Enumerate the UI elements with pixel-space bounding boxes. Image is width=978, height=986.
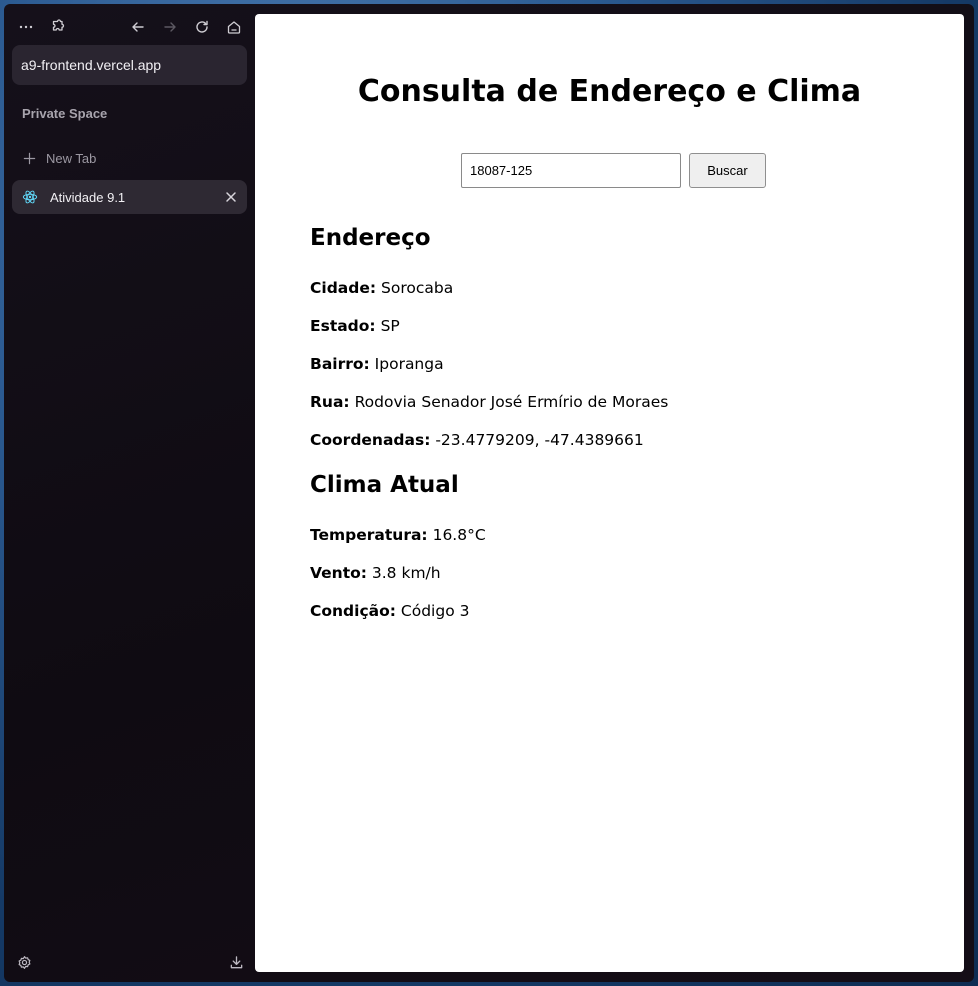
- browser-window: a9-frontend.vercel.app Private Space New…: [4, 4, 974, 982]
- home-icon[interactable]: [222, 14, 246, 40]
- address-field-street: Rua: Rodovia Senador José Ermírio de Mor…: [310, 391, 668, 413]
- new-tab-button[interactable]: New Tab: [22, 147, 96, 169]
- forward-arrow-icon[interactable]: [158, 14, 182, 40]
- field-label: Temperatura:: [310, 526, 428, 544]
- page-content: Consulta de Endereço e Clima Buscar Ende…: [255, 14, 964, 972]
- weather-field-temperature: Temperatura: 16.8°C: [310, 524, 486, 546]
- plus-icon: [22, 151, 36, 165]
- sidebar-toolbar: [4, 14, 255, 42]
- settings-icon[interactable]: [13, 951, 35, 973]
- extensions-icon[interactable]: [46, 14, 70, 40]
- close-icon[interactable]: [223, 189, 239, 205]
- field-label: Rua:: [310, 393, 350, 411]
- more-icon[interactable]: [14, 14, 38, 40]
- field-value: SP: [380, 317, 400, 335]
- field-label: Condição:: [310, 602, 396, 620]
- field-value: -23.4779209, -47.4389661: [435, 431, 644, 449]
- search-button[interactable]: Buscar: [689, 153, 766, 188]
- field-value: 3.8 km/h: [371, 564, 441, 582]
- react-icon: [22, 189, 38, 205]
- url-bar[interactable]: a9-frontend.vercel.app: [12, 45, 247, 85]
- cep-input[interactable]: [461, 153, 681, 188]
- field-label: Bairro:: [310, 355, 370, 373]
- url-text: a9-frontend.vercel.app: [21, 57, 162, 73]
- field-value: Iporanga: [374, 355, 444, 373]
- field-value: Rodovia Senador José Ermírio de Moraes: [354, 393, 669, 411]
- download-icon[interactable]: [225, 951, 247, 973]
- field-value: Sorocaba: [381, 279, 454, 297]
- page-title: Consulta de Endereço e Clima: [357, 74, 862, 109]
- field-value: 16.8°C: [432, 526, 486, 544]
- address-heading: Endereço: [310, 225, 431, 251]
- browser-sidebar: a9-frontend.vercel.app Private Space New…: [4, 4, 255, 982]
- address-field-coordinates: Coordenadas: -23.4779209, -47.4389661: [310, 429, 644, 451]
- weather-field-condition: Condição: Código 3: [310, 600, 469, 622]
- field-label: Estado:: [310, 317, 376, 335]
- field-label: Cidade:: [310, 279, 377, 297]
- back-arrow-icon[interactable]: [126, 14, 150, 40]
- tab-atividade[interactable]: Atividade 9.1: [12, 180, 247, 214]
- weather-field-wind: Vento: 3.8 km/h: [310, 562, 441, 584]
- reload-icon[interactable]: [190, 14, 214, 40]
- new-tab-label: New Tab: [46, 150, 97, 166]
- address-field-state: Estado: SP: [310, 315, 400, 337]
- space-label: Private Space: [22, 106, 108, 121]
- field-value: Código 3: [400, 602, 470, 620]
- field-label: Vento:: [310, 564, 367, 582]
- field-label: Coordenadas:: [310, 431, 431, 449]
- address-field-city: Cidade: Sorocaba: [310, 277, 453, 299]
- address-field-neighborhood: Bairro: Iporanga: [310, 353, 444, 375]
- tab-title: Atividade 9.1: [50, 189, 126, 205]
- weather-heading: Clima Atual: [310, 472, 459, 498]
